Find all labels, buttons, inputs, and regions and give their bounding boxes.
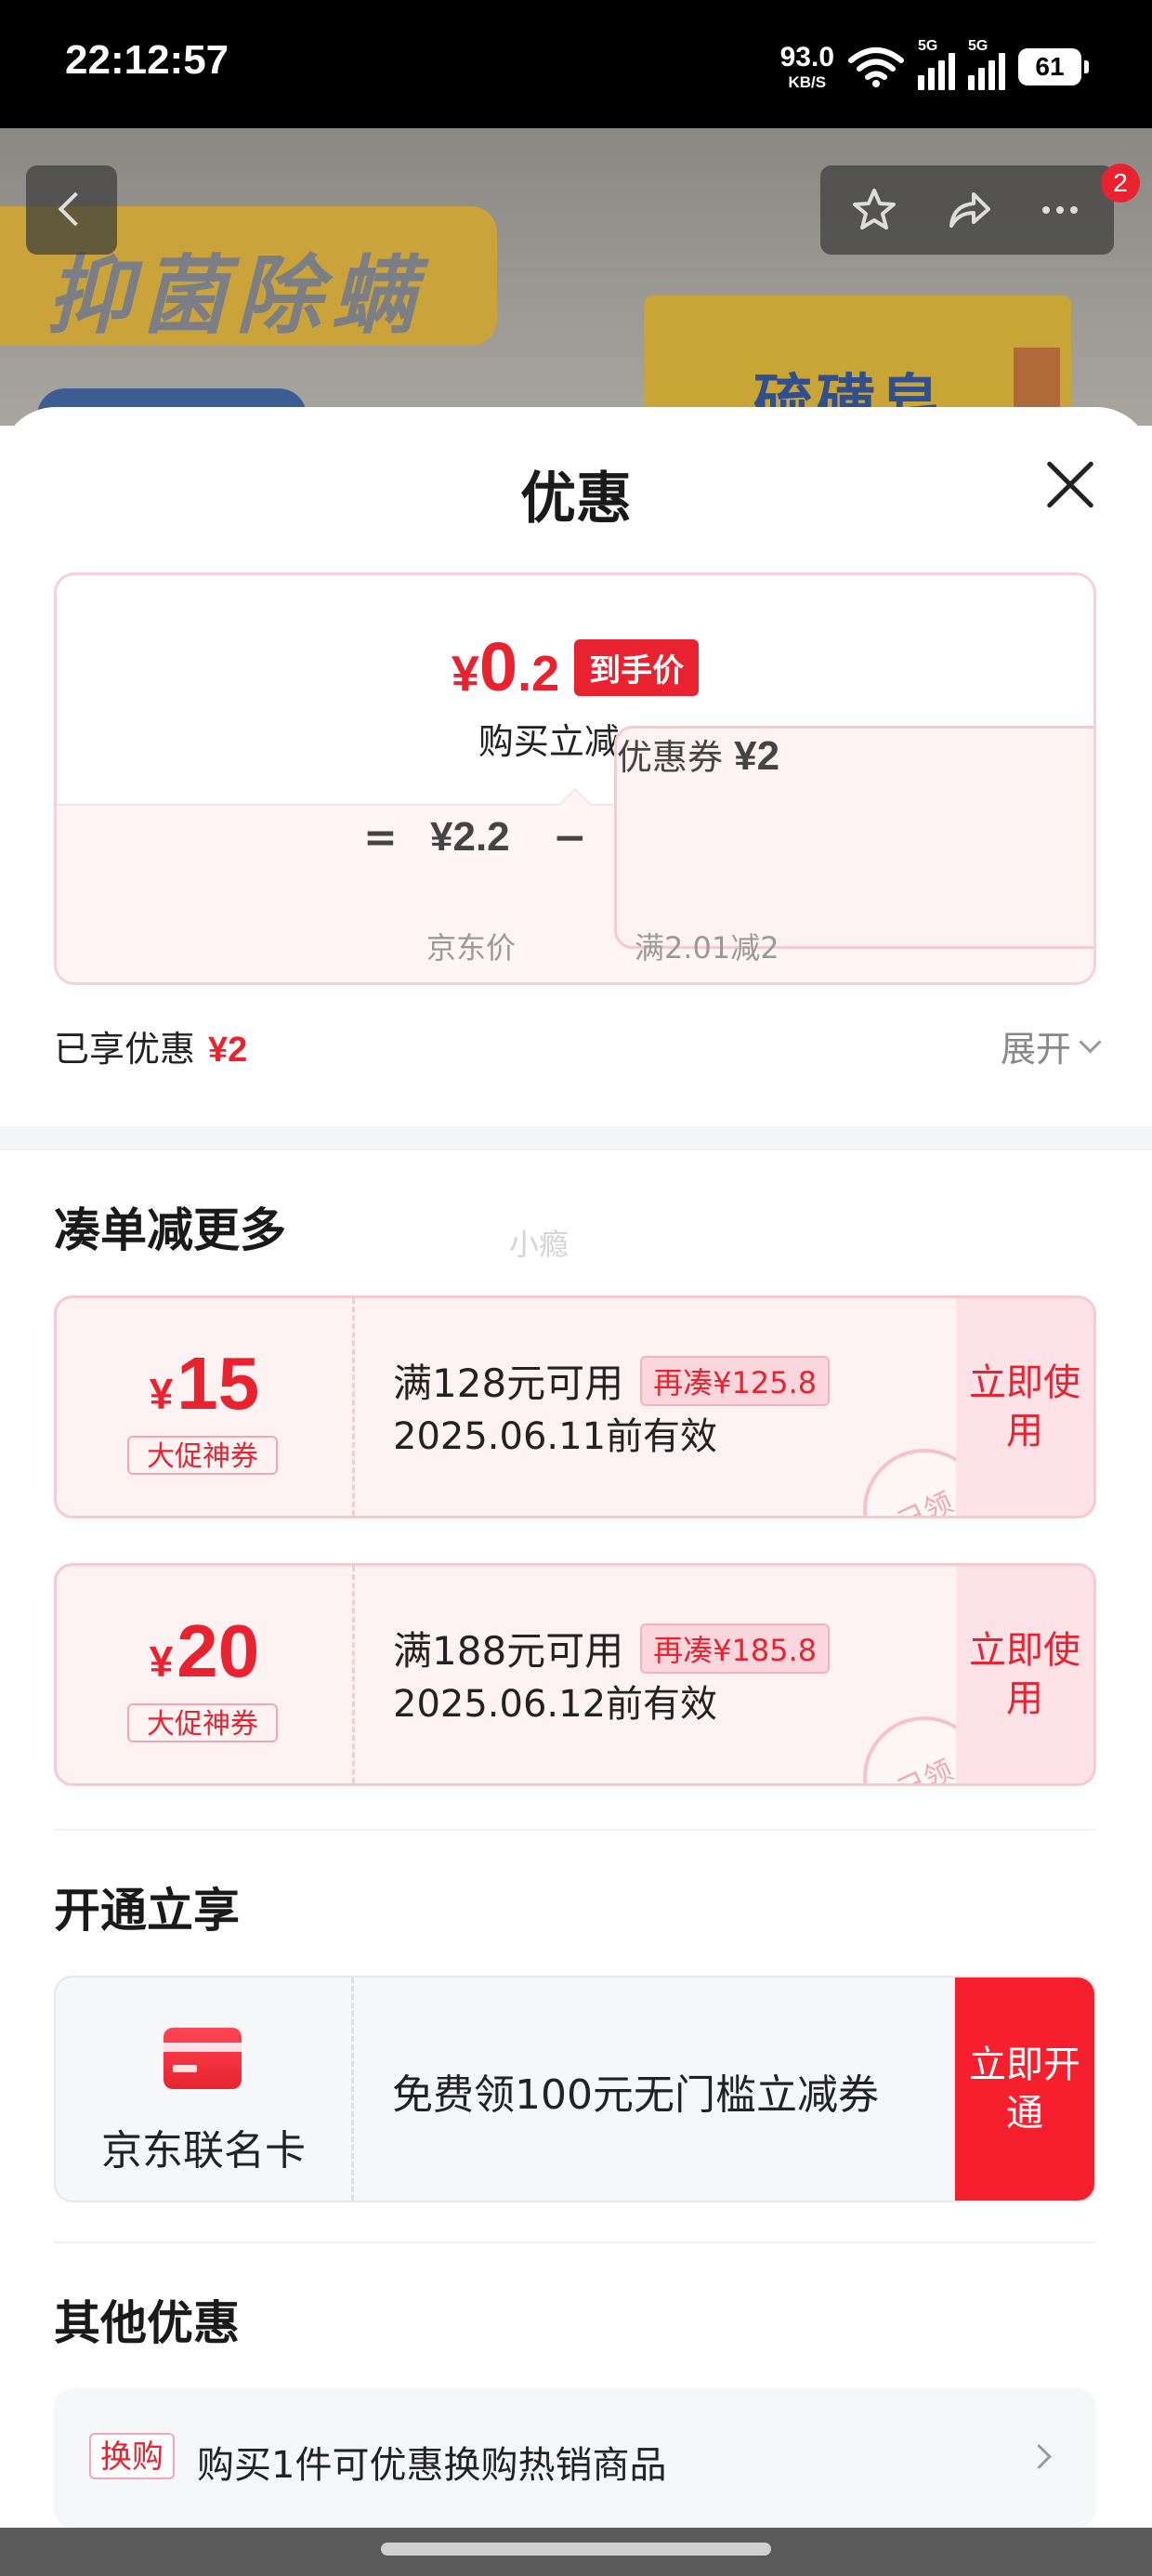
- favorite-icon[interactable]: [828, 165, 921, 255]
- use-now-button[interactable]: 立即使用: [956, 1298, 1093, 1516]
- signal-label: 5G: [968, 38, 988, 54]
- enjoyed-label: 已享优惠: [54, 1029, 196, 1070]
- coupon-rule: 满2.01减2: [635, 930, 779, 966]
- equals-sign: =: [363, 813, 398, 861]
- trade-in-offer-row[interactable]: 换购 购买1件可优惠换购热销商品: [54, 2388, 1096, 2528]
- gesture-bar-area: [0, 2528, 1152, 2576]
- network-speed-unit: KB/S: [788, 73, 827, 91]
- coupon-type: 大促神券: [127, 1703, 278, 1742]
- trade-in-tag: 换购: [89, 2433, 175, 2479]
- card-name: 京东联名卡: [101, 2127, 306, 2175]
- top-actions: [820, 165, 1114, 255]
- coupon-card: ¥20 大促神券 满188元可用 再凑¥185.8 2025.06.12前有效 …: [54, 1563, 1096, 1786]
- status-time: 22:12:57: [65, 37, 229, 83]
- open-now-button[interactable]: 立即开通: [955, 1978, 1094, 2201]
- final-price-tag: 到手价: [574, 638, 700, 696]
- signal-icon: 5G: [968, 38, 1005, 90]
- signal-icon: 5G: [918, 38, 955, 90]
- base-price: ¥2.2: [430, 814, 510, 860]
- coupon-need-more: 再凑¥125.8: [640, 1355, 831, 1406]
- coupon-value: ¥20 大促神券: [57, 1566, 352, 1783]
- home-indicator[interactable]: [381, 2543, 771, 2556]
- divider: [54, 1829, 1096, 1831]
- notification-badge: 2: [1101, 164, 1140, 203]
- enjoyed-amount: ¥2: [208, 1031, 248, 1070]
- network-speed-value: 93.0: [779, 42, 834, 72]
- section-title-other: 其他优惠: [54, 2296, 240, 2350]
- sheet-title: 优惠: [520, 467, 632, 532]
- price-breakdown: = ¥2.2 − 优惠券 ¥2 京东价 满2.01减2: [57, 726, 1093, 982]
- coupon-amount: ¥20: [149, 1610, 260, 1692]
- back-button[interactable]: [26, 165, 117, 255]
- trade-in-text: 购买1件可优惠换购热销商品: [197, 2444, 667, 2487]
- base-price-label: 京东价: [426, 930, 517, 966]
- coupon-validity: 2025.06.12前有效: [393, 1683, 718, 1726]
- coupon-condition: 满128元可用 再凑¥125.8: [393, 1352, 831, 1409]
- close-icon[interactable]: [1044, 458, 1096, 510]
- coupon-type: 大促神券: [127, 1436, 278, 1475]
- coupon-card: ¥15 大促神券 满128元可用 再凑¥125.8 2025.06.11前有效 …: [54, 1295, 1096, 1518]
- signal-label: 5G: [918, 38, 938, 54]
- credit-card-icon: [164, 2028, 242, 2089]
- more-icon[interactable]: [1014, 165, 1106, 255]
- chevron-down-icon: [1079, 1031, 1102, 1054]
- coupon-condition: 满188元可用 再凑¥185.8: [393, 1620, 831, 1676]
- watermark: 小瘾: [509, 1227, 569, 1262]
- expand-label: 展开: [1000, 1029, 1071, 1070]
- status-icons: 93.0 KB/S 5G 5G 61: [779, 38, 1089, 95]
- network-speed: 93.0 KB/S: [779, 42, 834, 91]
- share-icon[interactable]: [921, 165, 1014, 255]
- coupon-deduction: 优惠券 ¥2: [614, 726, 1093, 949]
- product-box: 硫磺皂: [644, 296, 1071, 426]
- section-title-open: 开通立享: [54, 1884, 240, 1938]
- cobrand-card-offer: 京东联名卡 免费领100元无门槛立减券 立即开通: [54, 1976, 1096, 2202]
- wifi-icon: [848, 47, 904, 87]
- coupon-need-more: 再凑¥185.8: [640, 1623, 831, 1674]
- battery-icon: 61: [1018, 48, 1089, 85]
- chevron-right-icon: [1027, 2444, 1052, 2469]
- price-card: ¥0.2 到手价 购买立减¥2 = ¥2.2 − 优惠券 ¥2 京东价 满2.0…: [54, 572, 1096, 985]
- section-title-more: 凑单减更多: [54, 1203, 286, 1257]
- coupon-amount: ¥15: [149, 1342, 260, 1425]
- section-divider: [0, 1126, 1152, 1150]
- minus-sign: −: [553, 813, 587, 861]
- final-price: ¥0.2: [451, 628, 560, 705]
- expand-button[interactable]: 展开: [1000, 1020, 1102, 1071]
- use-now-button[interactable]: 立即使用: [956, 1566, 1093, 1783]
- enjoyed-discount: 已享优惠 ¥2: [54, 1020, 247, 1071]
- divider: [54, 2241, 1096, 2243]
- product-box-label: [1014, 348, 1060, 413]
- instant-reduce-label: 购买立减: [478, 721, 620, 762]
- card-offer-text: 免费领100元无门槛立减券: [392, 2071, 879, 2119]
- status-bar: 22:12:57 93.0 KB/S 5G 5G 61: [0, 0, 1152, 128]
- coupon-validity: 2025.06.11前有效: [393, 1415, 718, 1458]
- discount-sheet: 优惠 ¥0.2 到手价 购买立减¥2 = ¥2.2 − 优惠券 ¥2 京东价 满…: [0, 407, 1152, 2528]
- coupon-value: ¥15 大促神券: [57, 1298, 352, 1516]
